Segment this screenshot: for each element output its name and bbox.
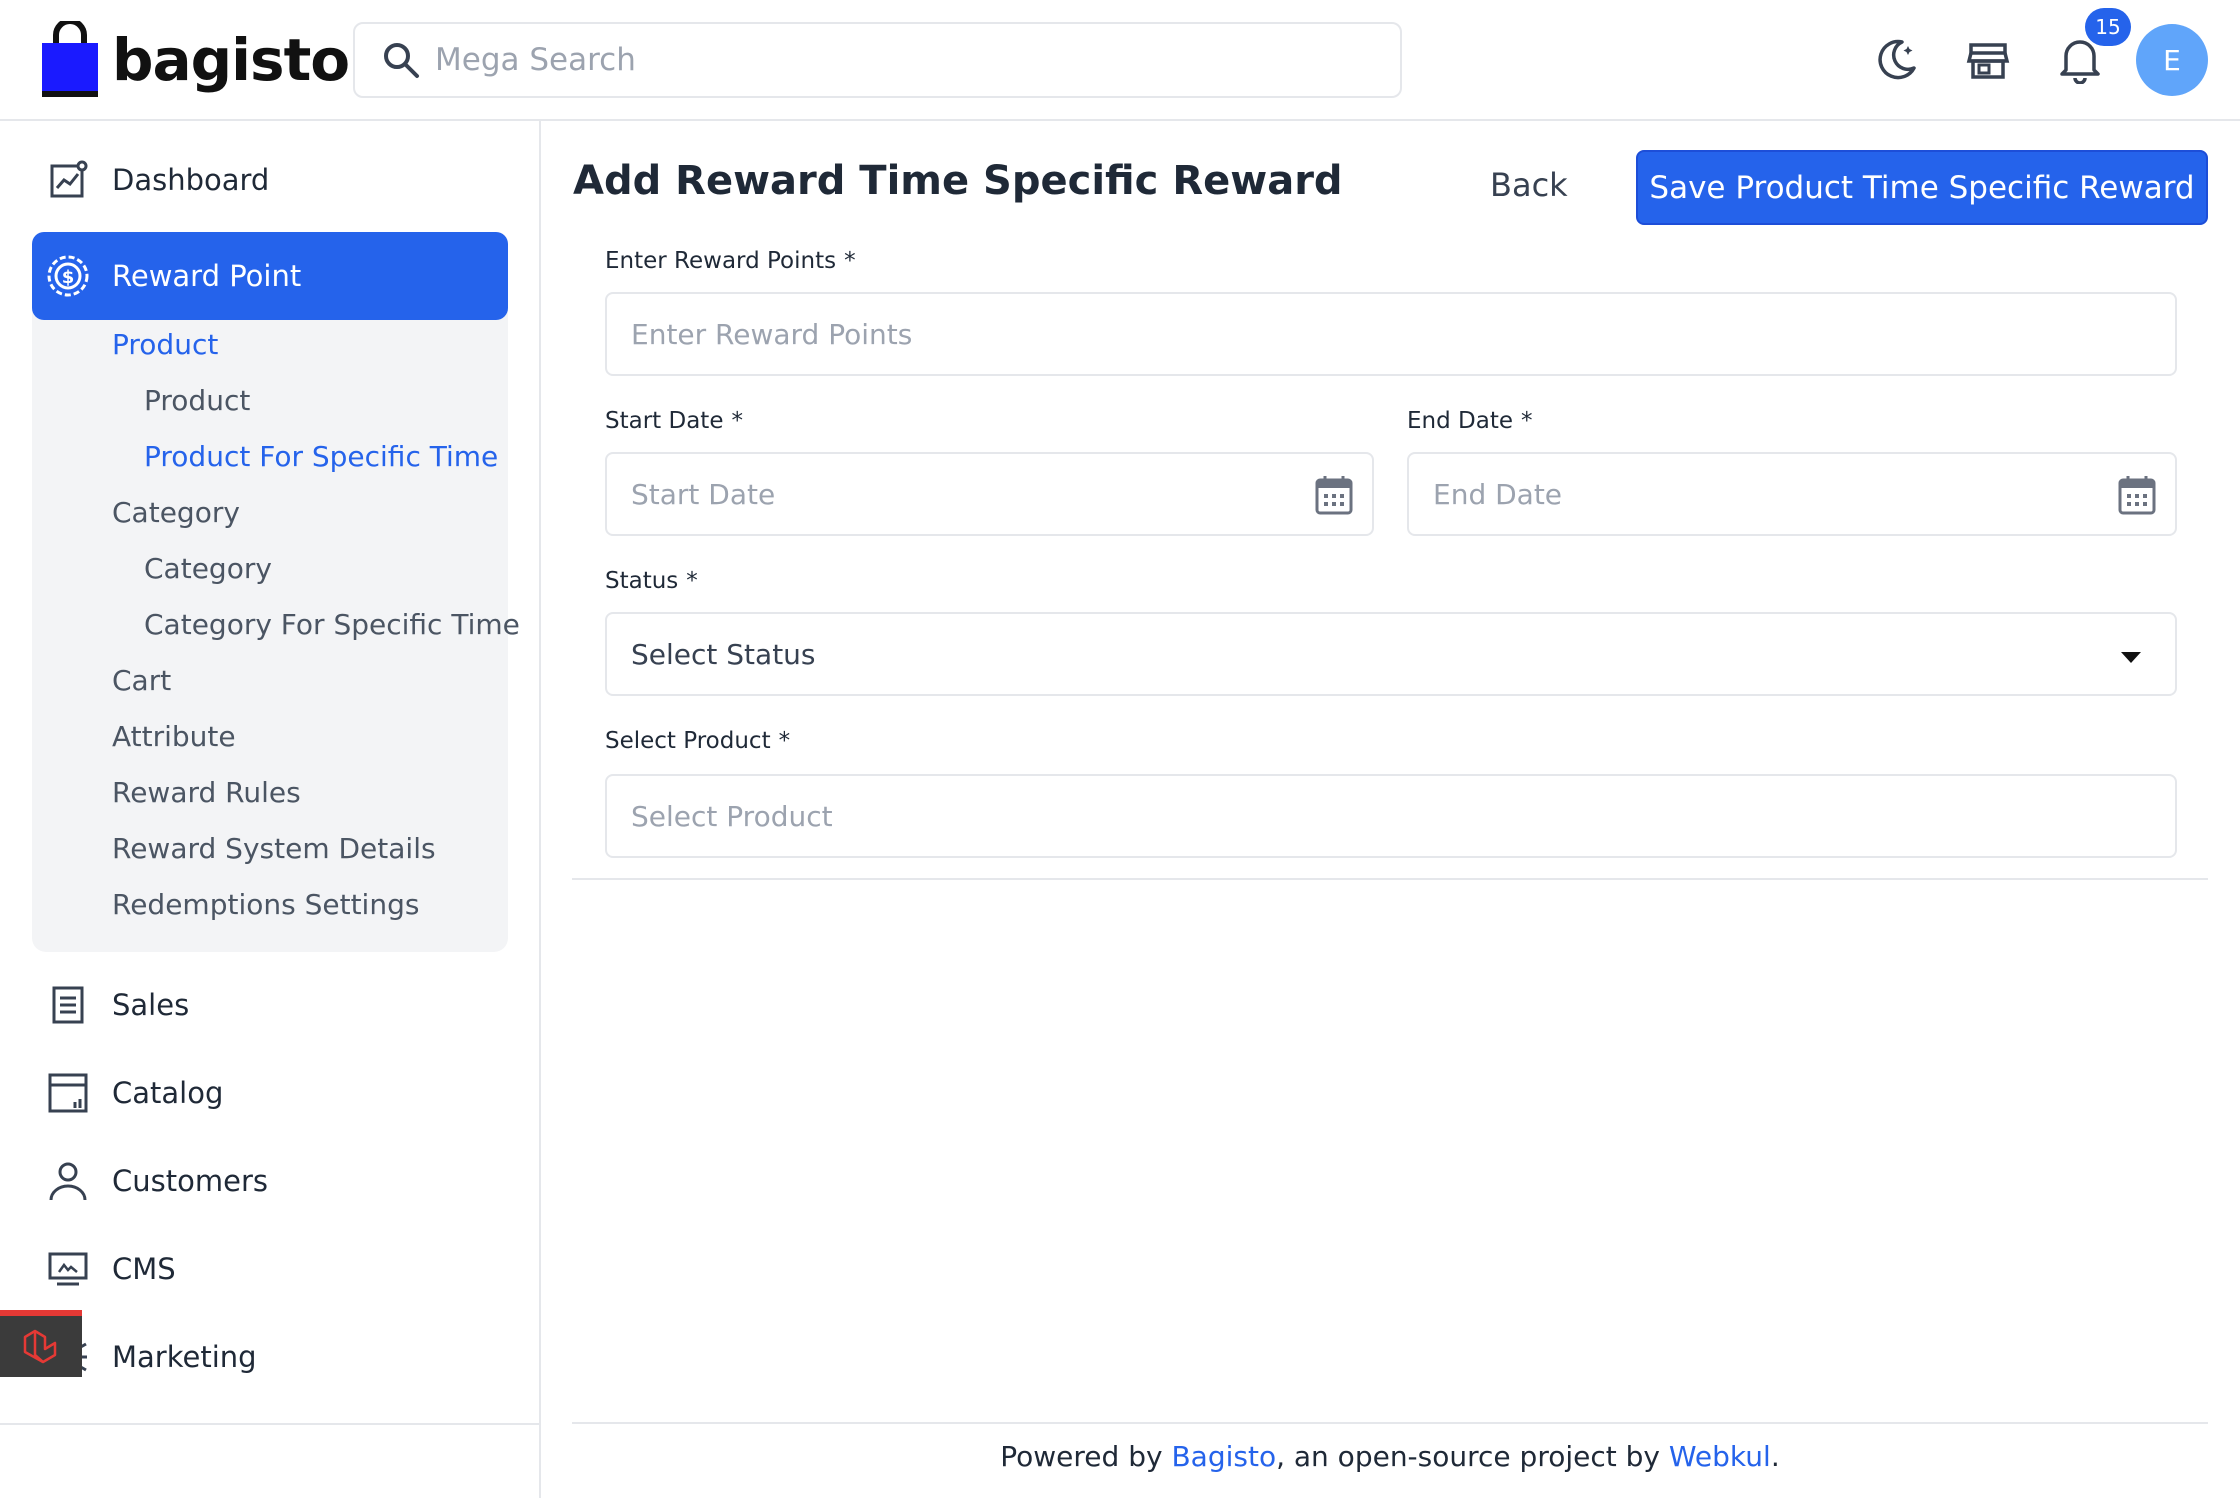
mega-search-box[interactable] (353, 22, 1402, 98)
start-date-label: Start Date * (605, 408, 743, 434)
submenu-product-specific-time[interactable]: Product For Specific Time (144, 440, 498, 473)
sidebar: Dashboard $ Reward Point Product Product… (0, 121, 541, 1498)
end-date-label: End Date * (1407, 408, 1533, 434)
store-icon (1966, 43, 2010, 79)
sidebar-item-reward-point[interactable]: $ Reward Point (32, 232, 508, 320)
top-header: bagisto 15 E (0, 0, 2240, 121)
sidebar-item-label: Sales (112, 988, 190, 1022)
receipt-icon (46, 983, 90, 1027)
submenu-cart[interactable]: Cart (112, 664, 171, 697)
sidebar-item-cms[interactable]: CMS (32, 1225, 508, 1313)
storefront-button[interactable] (1962, 34, 2014, 86)
webkul-link[interactable]: Webkul (1669, 1440, 1771, 1473)
calendar-icon[interactable] (1314, 474, 1354, 516)
submenu-redemptions-settings[interactable]: Redemptions Settings (112, 888, 419, 921)
select-product-label: Select Product * (605, 728, 791, 754)
svg-text:$: $ (62, 267, 75, 288)
submenu-category-item[interactable]: Category (144, 552, 272, 585)
form-divider (572, 878, 2208, 880)
sidebar-item-label: Catalog (112, 1076, 224, 1110)
footer-divider (572, 1422, 2208, 1424)
dark-mode-toggle[interactable] (1870, 34, 1922, 86)
page-title: Add Reward Time Specific Reward (573, 158, 1343, 204)
status-label: Status * (605, 568, 698, 594)
laravel-icon (23, 1329, 57, 1363)
monitor-icon (46, 1247, 90, 1291)
start-date-input[interactable] (607, 477, 1372, 511)
notification-count-badge: 15 (2085, 8, 2131, 46)
user-icon (46, 1159, 90, 1203)
calendar-icon[interactable] (2117, 474, 2157, 516)
submenu-product[interactable]: Product (112, 328, 218, 361)
chevron-down-icon (2121, 652, 2141, 663)
reward-points-field[interactable] (605, 292, 2177, 376)
select-product-input[interactable] (607, 799, 2175, 833)
search-icon (384, 43, 419, 78)
shopping-bag-icon (40, 18, 100, 99)
bagisto-link[interactable]: Bagisto (1171, 1440, 1276, 1473)
user-avatar[interactable]: E (2136, 24, 2208, 96)
sidebar-item-label: Customers (112, 1164, 268, 1198)
status-select[interactable]: Select Status (605, 612, 2177, 696)
reward-points-input[interactable] (607, 317, 2175, 351)
submenu-attribute[interactable]: Attribute (112, 720, 236, 753)
reward-points-label: Enter Reward Points * (605, 248, 856, 274)
sidebar-item-label: Reward Point (112, 259, 302, 293)
end-date-field[interactable] (1407, 452, 2177, 536)
sidebar-item-label: CMS (112, 1252, 176, 1286)
submenu-reward-system-details[interactable]: Reward System Details (112, 832, 436, 865)
sidebar-item-label: Dashboard (112, 163, 270, 197)
sidebar-item-label: Marketing (112, 1340, 257, 1374)
status-selected-value: Select Status (631, 637, 816, 671)
debugbar-toggle[interactable] (0, 1310, 82, 1377)
brand-logo[interactable]: bagisto (40, 18, 350, 100)
page-footer: Powered by Bagisto, an open-source proje… (1000, 1440, 1780, 1473)
submenu-reward-rules[interactable]: Reward Rules (112, 776, 301, 809)
sidebar-item-sales[interactable]: Sales (32, 961, 508, 1049)
submenu-product-item[interactable]: Product (144, 384, 250, 417)
dollar-coin-icon: $ (46, 254, 90, 298)
moon-icon (1878, 39, 1916, 80)
select-product-field[interactable] (605, 774, 2177, 858)
back-button[interactable]: Back (1490, 160, 1568, 210)
mega-search-input[interactable] (435, 42, 1335, 78)
catalog-icon (46, 1071, 90, 1115)
start-date-field[interactable] (605, 452, 1374, 536)
sidebar-item-customers[interactable]: Customers (32, 1137, 508, 1225)
end-date-input[interactable] (1409, 477, 2175, 511)
sidebar-footer (0, 1423, 539, 1498)
sidebar-item-dashboard[interactable]: Dashboard (32, 136, 508, 224)
brand-name: bagisto (112, 26, 350, 94)
save-button[interactable]: Save Product Time Specific Reward (1636, 150, 2208, 225)
sidebar-item-marketing[interactable]: Marketing (32, 1313, 508, 1401)
submenu-category[interactable]: Category (112, 496, 240, 529)
dashboard-icon (46, 158, 90, 202)
submenu-category-specific-time[interactable]: Category For Specific Time (144, 608, 520, 641)
sidebar-item-catalog[interactable]: Catalog (32, 1049, 508, 1137)
